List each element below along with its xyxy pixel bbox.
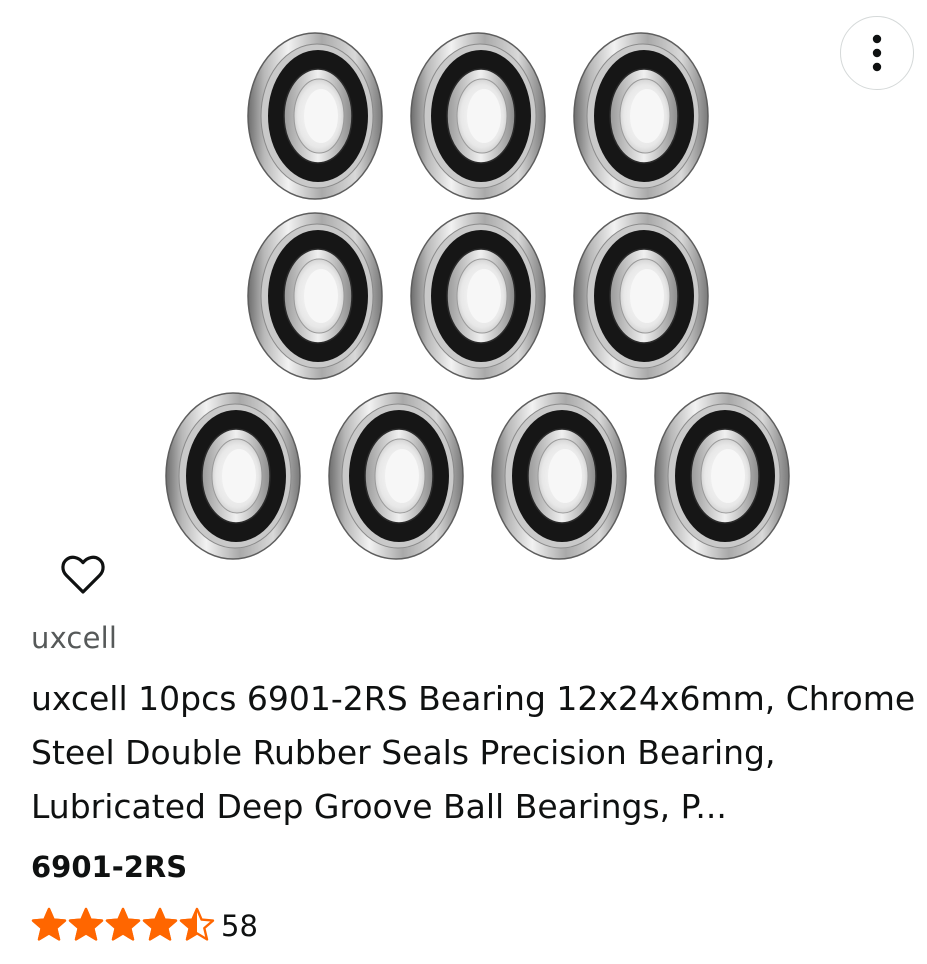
bearing-image [408, 210, 548, 382]
wishlist-button[interactable] [56, 550, 110, 600]
bearing-image [408, 30, 548, 202]
bearing-image [571, 30, 711, 202]
bearing-image [571, 210, 711, 382]
product-card[interactable]: uxcell uxcell 10pcs 6901-2RS Bearing 12x… [0, 0, 927, 964]
star-icon [105, 907, 141, 946]
bearing-image [245, 210, 385, 382]
heart-outline-icon [61, 555, 105, 594]
bearing-image [326, 390, 466, 562]
brand-name[interactable]: uxcell [31, 621, 117, 655]
rating-row[interactable]: 58 [31, 904, 258, 948]
product-title[interactable]: uxcell 10pcs 6901-2RS Bearing 12x24x6mm,… [31, 672, 927, 834]
more-options-button[interactable] [840, 16, 914, 90]
bearing-image [489, 390, 629, 562]
product-image[interactable] [0, 0, 927, 610]
bearing-image [652, 390, 792, 562]
review-count[interactable]: 58 [221, 904, 258, 948]
variant-label: 6901-2RS [31, 850, 188, 884]
star-icon [31, 907, 67, 946]
star-icon [68, 907, 104, 946]
bearing-image [163, 390, 303, 562]
star-icon [142, 907, 178, 946]
star-rating [31, 907, 215, 946]
star-icon [179, 907, 215, 946]
more-vertical-icon [872, 34, 882, 72]
bearing-image [245, 30, 385, 202]
